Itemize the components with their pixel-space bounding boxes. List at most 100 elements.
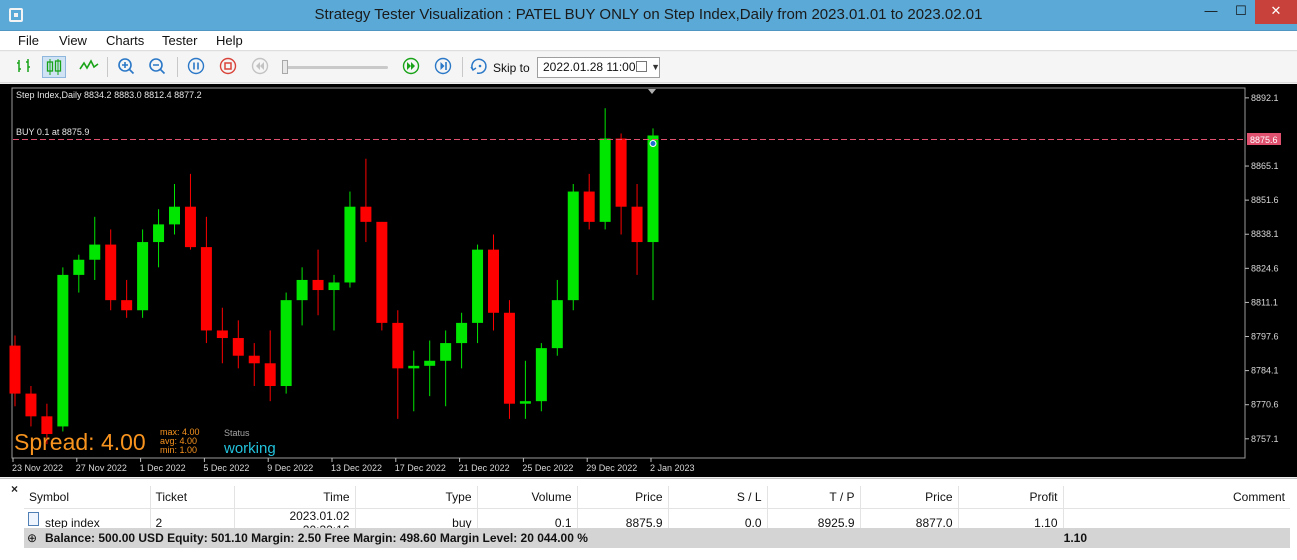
date-tick-label: 17 Dec 2022 [395, 463, 446, 473]
price-tick-label: 8770.6 [1251, 400, 1279, 410]
fast-forward-icon[interactable] [399, 56, 423, 78]
minimize-button[interactable]: — [1196, 0, 1226, 24]
pause-icon[interactable] [184, 56, 208, 78]
candle-body [296, 279, 308, 301]
date-tick-label: 21 Dec 2022 [459, 463, 510, 473]
candle-body [503, 312, 515, 404]
menu-file[interactable]: File [18, 33, 39, 48]
candle-body [121, 300, 133, 311]
candle-body [73, 259, 85, 275]
col-profit[interactable]: Profit [958, 486, 1064, 509]
speed-slider-track[interactable] [284, 66, 388, 69]
date-tick-label: 13 Dec 2022 [331, 463, 382, 473]
candle-body [424, 360, 436, 366]
menu-help[interactable]: Help [216, 33, 243, 48]
price-tick-label: 8824.6 [1251, 263, 1279, 273]
table-header-row: Symbol Ticket Time Type Volume Price S /… [24, 486, 1290, 509]
candle-body [535, 348, 547, 402]
step-back-icon[interactable] [248, 56, 272, 78]
candle-body [456, 322, 468, 344]
calendar-icon[interactable] [636, 61, 647, 72]
candle-body [440, 343, 452, 361]
price-tick-label: 8811.1 [1251, 297, 1278, 307]
col-symbol[interactable]: Symbol [24, 486, 151, 509]
price-tick-label: 8851.6 [1251, 195, 1279, 205]
candle-body [631, 206, 643, 243]
panel-close-button[interactable]: × [11, 482, 18, 496]
speed-slider-thumb[interactable] [282, 60, 288, 74]
candle-body [376, 221, 388, 323]
skip-to-label: Skip to [493, 61, 530, 75]
toolbar: Skip to 2022.01.28 11:00 ▼ [0, 52, 1297, 83]
zoom-in-icon[interactable] [114, 56, 138, 78]
candle-body [392, 322, 404, 369]
menu-tester[interactable]: Tester [162, 33, 197, 48]
candlestick-chart-icon[interactable] [42, 56, 66, 78]
buy-entry-marker [649, 140, 657, 148]
candle-body [89, 244, 101, 260]
candle-body [248, 355, 260, 364]
candle-body [647, 135, 659, 243]
candle-body [328, 282, 340, 291]
candle-body [153, 224, 165, 243]
status-label: Status [224, 428, 250, 438]
price-tick-label: 8838.1 [1251, 229, 1279, 239]
stop-icon[interactable] [216, 56, 240, 78]
spread-min: min: 1.00 [160, 445, 197, 455]
chevron-down-icon[interactable]: ▼ [651, 58, 660, 77]
col-comment[interactable]: Comment [1063, 486, 1290, 509]
candle-body [280, 300, 292, 387]
status-value: working [223, 440, 276, 457]
window-title: Strategy Tester Visualization : PATEL BU… [314, 6, 983, 23]
date-tick-label: 2 Jan 2023 [650, 463, 695, 473]
date-tick-label: 1 Dec 2022 [140, 463, 186, 473]
candle-body [200, 247, 212, 331]
maximize-button[interactable]: ☐ [1226, 0, 1256, 24]
col-tp[interactable]: T / P [767, 486, 861, 509]
balance-profit: 1.10 [1063, 531, 1087, 545]
line-chart-icon[interactable] [77, 56, 101, 78]
candle-body [184, 206, 196, 248]
candle-body [519, 401, 531, 404]
candle-body [615, 138, 627, 207]
skip-to-date-input[interactable]: 2022.01.28 11:00 ▼ [537, 57, 660, 78]
candle-body [169, 206, 180, 225]
balance-summary: Balance: 500.00 USD Equity: 501.10 Margi… [45, 531, 588, 545]
close-button[interactable]: ✕ [1255, 0, 1297, 24]
date-tick-label: 27 Nov 2022 [76, 463, 127, 473]
title-bar: Strategy Tester Visualization : PATEL BU… [0, 0, 1297, 31]
candle-body [137, 242, 149, 311]
bar-chart-icon[interactable] [13, 56, 37, 78]
candle-body [472, 249, 484, 323]
candle-body [583, 191, 595, 222]
col-type[interactable]: Type [355, 486, 478, 509]
candle-body [216, 330, 228, 339]
col-ticket[interactable]: Ticket [150, 486, 235, 509]
balance-row[interactable]: ⊕ Balance: 500.00 USD Equity: 501.10 Mar… [24, 528, 1290, 548]
col-time[interactable]: Time [234, 486, 356, 509]
price-tick-label: 8757.1 [1251, 434, 1279, 444]
price-chart[interactable]: 8892.1 8865.1 8851.6 8838.1 8824.6 8811.1 8797… [0, 84, 1297, 477]
step-forward-icon[interactable] [431, 56, 455, 78]
candle-body [232, 338, 244, 356]
col-sl[interactable]: S / L [668, 486, 768, 509]
candle-body [105, 244, 117, 301]
date-tick-label: 29 Dec 2022 [586, 463, 637, 473]
price-tick-label: 8865.1 [1251, 161, 1279, 171]
col-price[interactable]: Price [577, 486, 669, 509]
menu-view[interactable]: View [59, 33, 87, 48]
candle-body [344, 206, 356, 283]
toolbar-separator [107, 57, 108, 77]
current-price-label: 8875.6 [1250, 135, 1278, 145]
skip-to-date-value: 2022.01.28 11:00 [543, 60, 636, 74]
menu-charts[interactable]: Charts [106, 33, 144, 48]
order-label: BUY 0.1 at 8875.9 [16, 127, 89, 137]
candle-body [25, 393, 37, 417]
expand-icon[interactable]: ⊕ [27, 528, 37, 548]
col-current-price[interactable]: Price [860, 486, 959, 509]
zoom-out-icon[interactable] [145, 56, 169, 78]
col-volume[interactable]: Volume [477, 486, 578, 509]
skip-to-icon[interactable] [468, 56, 492, 78]
date-tick-label: 25 Dec 2022 [522, 463, 573, 473]
toolbar-separator [177, 57, 178, 77]
